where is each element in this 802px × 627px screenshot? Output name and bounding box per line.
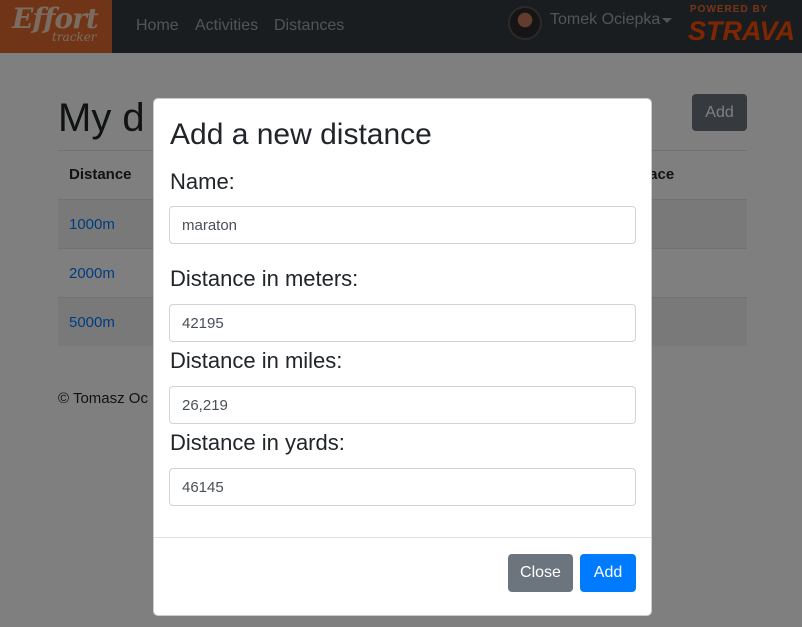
- name-input[interactable]: [169, 206, 636, 244]
- name-label: Name:: [170, 169, 235, 194]
- add-distance-modal: Add a new distance Name: Distance in met…: [153, 98, 652, 616]
- yards-input[interactable]: [169, 468, 636, 506]
- miles-input[interactable]: [169, 386, 636, 424]
- miles-label: Distance in miles:: [170, 348, 343, 373]
- modal-footer-divider: [154, 537, 651, 538]
- meters-label: Distance in meters:: [170, 266, 359, 291]
- add-button[interactable]: Add: [580, 554, 636, 592]
- yards-label: Distance in yards:: [170, 430, 345, 455]
- meters-input[interactable]: [169, 304, 636, 342]
- close-button[interactable]: Close: [508, 554, 573, 592]
- modal-title: Add a new distance: [170, 118, 432, 151]
